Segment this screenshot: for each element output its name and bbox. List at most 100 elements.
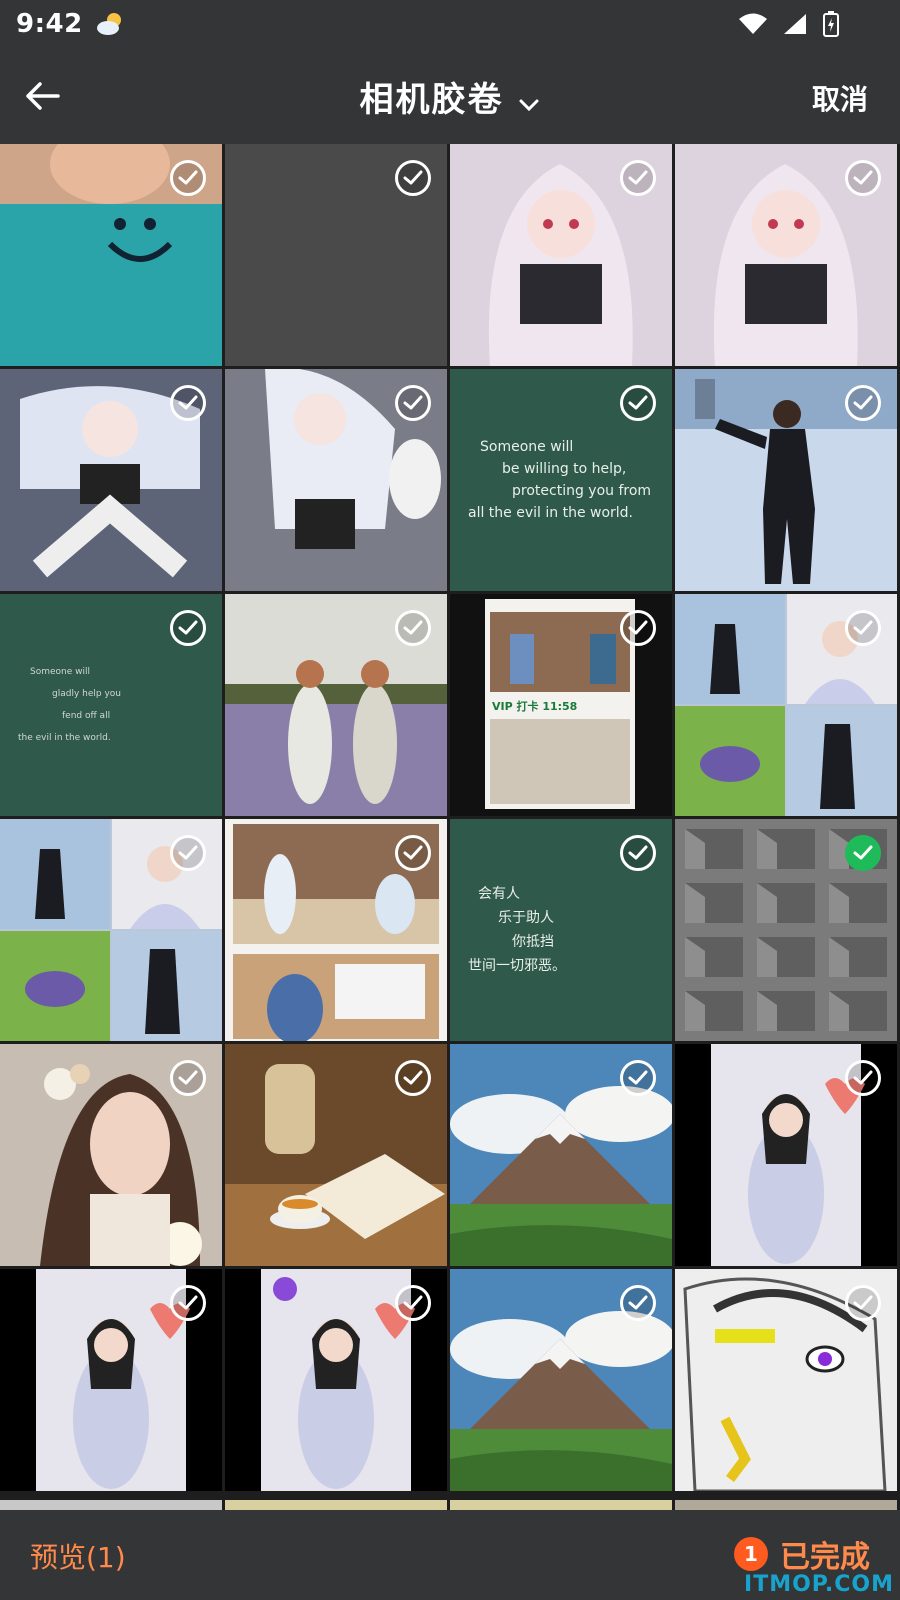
photo-tile[interactable]: VIP 打卡 11:58	[450, 594, 672, 816]
top-app-bar: 相机胶卷 取消	[0, 48, 900, 144]
quote-line: protecting you from	[512, 483, 652, 499]
photo-tile[interactable]	[225, 144, 447, 366]
checkmark-icon	[628, 395, 648, 410]
photo-tile[interactable]	[675, 1269, 897, 1491]
checkmark-icon	[178, 170, 198, 185]
checkmark-icon	[853, 1070, 873, 1085]
select-checkbox[interactable]	[845, 160, 881, 196]
checkmark-icon	[178, 1295, 198, 1310]
checkmark-icon	[178, 1070, 198, 1085]
battery-charging-icon	[822, 10, 840, 42]
checkmark-icon	[178, 620, 198, 635]
select-checkbox[interactable]	[845, 835, 881, 871]
quote-line: the evil in the world.	[18, 733, 111, 743]
photo-tile[interactable]	[0, 144, 222, 366]
wifi-icon	[738, 12, 768, 40]
quote-line: be willing to help,	[502, 461, 627, 477]
quote-line: fend off all	[62, 711, 111, 721]
select-checkbox[interactable]	[845, 1285, 881, 1321]
photo-tile[interactable]: 会有人乐于助人你抵挡世间一切邪恶。	[450, 819, 672, 1041]
photo-tile[interactable]	[675, 819, 897, 1041]
quote-line: 世间一切邪恶。	[468, 958, 566, 974]
photo-tile[interactable]	[0, 369, 222, 591]
photo-tile[interactable]	[225, 819, 447, 1041]
tile-caption: VIP 打卡 11:58	[492, 700, 578, 713]
select-checkbox[interactable]	[395, 160, 431, 196]
select-checkbox[interactable]	[845, 610, 881, 646]
select-checkbox[interactable]	[170, 160, 206, 196]
select-checkbox[interactable]	[620, 1285, 656, 1321]
photo-tile[interactable]	[0, 1044, 222, 1266]
select-checkbox[interactable]	[620, 385, 656, 421]
photo-tile[interactable]	[450, 1044, 672, 1266]
photo-tile[interactable]	[225, 1269, 447, 1491]
photo-tile[interactable]: Someone will be willing to help, protectin…	[450, 369, 672, 591]
album-title[interactable]: 相机胶卷	[359, 80, 503, 120]
checkmark-icon	[403, 1295, 423, 1310]
select-checkbox[interactable]	[395, 385, 431, 421]
select-checkbox[interactable]	[170, 385, 206, 421]
checkmark-icon	[853, 395, 873, 410]
checkmark-icon	[628, 1295, 648, 1310]
quote-line: 你抵挡	[512, 934, 554, 950]
checkmark-icon	[403, 395, 423, 410]
watermark-logo: ITMOP.COM	[744, 1572, 894, 1597]
quote-line: 会有人	[478, 886, 520, 902]
checkmark-icon	[628, 170, 648, 185]
select-checkbox[interactable]	[620, 160, 656, 196]
checkmark-icon	[853, 845, 873, 860]
checkmark-icon	[403, 845, 423, 860]
quote-line: gladly help you	[52, 689, 121, 699]
checkmark-icon	[628, 845, 648, 860]
select-checkbox[interactable]	[170, 1060, 206, 1096]
photo-tile[interactable]	[225, 369, 447, 591]
checkmark-icon	[853, 620, 873, 635]
done-button[interactable]: 1 已完成	[734, 1532, 870, 1576]
album-selector[interactable]: 相机胶卷	[0, 72, 900, 121]
select-checkbox[interactable]	[620, 835, 656, 871]
checkmark-icon	[853, 170, 873, 185]
photo-tile[interactable]: Someone will gladly help you fend off all t…	[0, 594, 222, 816]
checkmark-icon	[178, 395, 198, 410]
select-checkbox[interactable]	[170, 835, 206, 871]
photo-tile[interactable]	[675, 1044, 897, 1266]
partly-cloudy-icon	[95, 9, 125, 39]
select-checkbox[interactable]	[395, 610, 431, 646]
checkmark-icon	[628, 620, 648, 635]
cancel-button[interactable]: 取消	[812, 78, 868, 118]
select-checkbox[interactable]	[395, 1060, 431, 1096]
select-checkbox[interactable]	[170, 610, 206, 646]
next-row-peek	[0, 1500, 900, 1510]
photo-tile[interactable]	[225, 594, 447, 816]
quote-line: all the evil in the world.	[468, 505, 633, 521]
checkmark-icon	[403, 620, 423, 635]
photo-tile[interactable]	[0, 1269, 222, 1491]
quote-line: Someone will	[30, 667, 90, 677]
photo-tile[interactable]	[675, 144, 897, 366]
select-checkbox[interactable]	[620, 1060, 656, 1096]
photo-tile[interactable]	[675, 594, 897, 816]
select-checkbox[interactable]	[620, 610, 656, 646]
selected-count-badge: 1	[734, 1537, 768, 1571]
photo-tile[interactable]	[450, 1269, 672, 1491]
photo-tile[interactable]	[225, 1044, 447, 1266]
checkmark-icon	[853, 1295, 873, 1310]
select-checkbox[interactable]	[845, 1060, 881, 1096]
status-bar: 9:42	[0, 0, 900, 48]
preview-button[interactable]: 预览(1)	[30, 1536, 126, 1576]
select-checkbox[interactable]	[170, 1285, 206, 1321]
checkmark-icon	[628, 1070, 648, 1085]
photo-tile[interactable]	[675, 369, 897, 591]
status-time: 9:42	[16, 9, 83, 39]
photo-tile[interactable]	[450, 144, 672, 366]
photo-tile[interactable]	[0, 819, 222, 1041]
select-checkbox[interactable]	[845, 385, 881, 421]
quote-line: 乐于助人	[498, 910, 554, 926]
checkmark-icon	[403, 170, 423, 185]
select-checkbox[interactable]	[395, 835, 431, 871]
select-checkbox[interactable]	[395, 1285, 431, 1321]
signal-icon	[782, 12, 808, 40]
chevron-down-icon[interactable]	[517, 93, 541, 121]
done-label[interactable]: 已完成	[780, 1532, 870, 1576]
checkmark-icon	[178, 845, 198, 860]
